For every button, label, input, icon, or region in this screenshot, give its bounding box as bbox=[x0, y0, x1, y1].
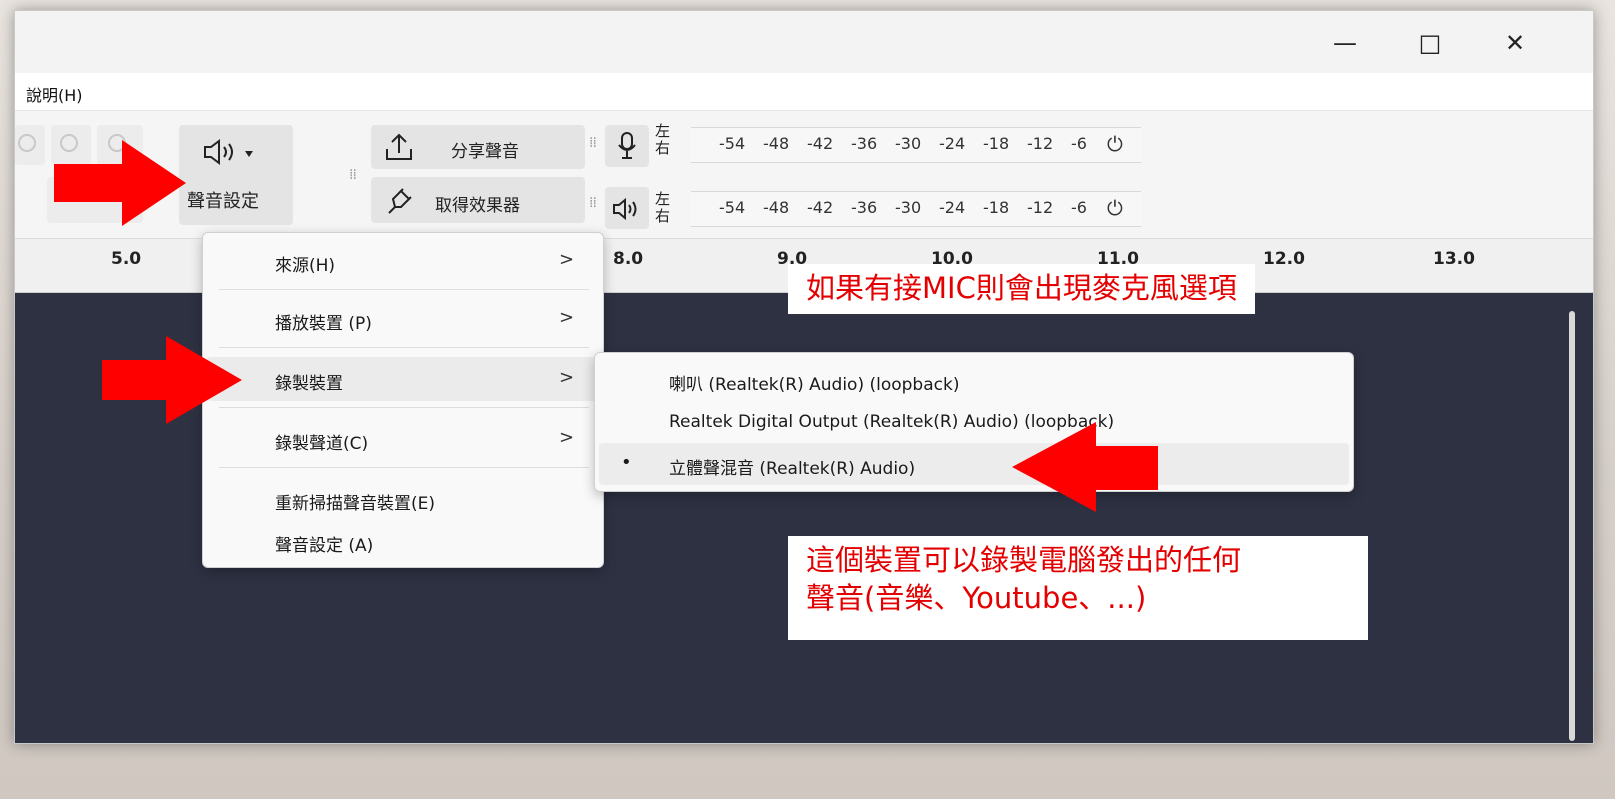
chevron-right-icon: > bbox=[559, 249, 575, 270]
play-meter[interactable]: -54 -48 -42 -36 -30 -24 -18 -12 -6 ⏻ bbox=[691, 191, 1141, 227]
close-button[interactable]: ✕ bbox=[1490, 23, 1540, 63]
meter-tick-label: -24 bbox=[939, 134, 966, 153]
meter-tick-label: -48 bbox=[763, 198, 790, 217]
meter-tick-label: -54 bbox=[719, 198, 746, 217]
recording-device-submenu: 喇叭 (Realtek(R) Audio) (loopback) Realtek… bbox=[594, 352, 1354, 492]
menu-separator bbox=[219, 289, 589, 290]
zoom-out-icon[interactable] bbox=[15, 125, 45, 165]
meter-tick-label: -42 bbox=[807, 198, 834, 217]
red-arrow-icon bbox=[102, 336, 242, 424]
meter-tick-label: -6 bbox=[1071, 134, 1087, 153]
share-audio-button[interactable]: 分享聲音 bbox=[371, 125, 585, 169]
timeline-tick: 13.0 bbox=[1433, 249, 1475, 269]
menu-item-playback-device[interactable]: 播放裝置 (P) > bbox=[207, 297, 599, 341]
meter-tick-label: -48 bbox=[763, 134, 790, 153]
menu-item-label: 錄製裝置 bbox=[275, 374, 343, 394]
meter-tick-label: -36 bbox=[851, 198, 878, 217]
clip-indicator-icon: ⏻ bbox=[1107, 132, 1123, 156]
device-note-line2: 聲音(音樂、Youtube、...) bbox=[806, 580, 1147, 615]
play-meter-lr: 左右 bbox=[655, 190, 671, 225]
selected-bullet-icon: • bbox=[621, 452, 632, 473]
get-effects-label: 取得效果器 bbox=[435, 196, 520, 216]
chevron-right-icon: > bbox=[559, 307, 575, 328]
menu-separator bbox=[219, 347, 589, 348]
chevron-right-icon: > bbox=[559, 367, 575, 388]
menu-separator bbox=[219, 467, 589, 468]
meter-tick-label: -12 bbox=[1027, 134, 1054, 153]
menu-item-label: 錄製聲道(C) bbox=[275, 434, 369, 454]
get-effects-button[interactable]: 取得效果器 bbox=[371, 177, 585, 223]
audio-setup-button[interactable]: 聲音設定 bbox=[179, 125, 293, 225]
menu-item-host[interactable]: 來源(H) > bbox=[207, 239, 599, 283]
red-arrow-icon bbox=[1012, 422, 1158, 512]
meter-grip-top[interactable]: ⁞⁞ bbox=[589, 136, 597, 150]
menu-item-recording-device[interactable]: 錄製裝置 > bbox=[207, 357, 599, 401]
share-icon bbox=[386, 133, 412, 160]
title-bar: — □ ✕ bbox=[15, 11, 1593, 73]
submenu-item-speakers-loopback[interactable]: 喇叭 (Realtek(R) Audio) (loopback) bbox=[599, 359, 1349, 401]
meter-tick-label: -54 bbox=[719, 134, 746, 153]
meter-tick-label: -36 bbox=[851, 134, 878, 153]
submenu-item-label: 喇叭 (Realtek(R) Audio) (loopback) bbox=[669, 375, 960, 395]
submenu-item-label: 立體聲混音 (Realtek(R) Audio) bbox=[669, 459, 916, 479]
meter-tick-label: -12 bbox=[1027, 198, 1054, 217]
device-note-line1: 這個裝置可以錄製電腦發出的任何 bbox=[806, 543, 1242, 577]
record-meter[interactable]: -54 -48 -42 -36 -30 -24 -18 -12 -6 ⏻ bbox=[691, 127, 1141, 163]
mic-annotation-note: 如果有接MIC則會出現麥克風選項 bbox=[788, 264, 1255, 314]
toolbar: 聲音設定 ⁞⁞ 分享聲音 取得效果器 ⁞⁞ ⁞⁞ 左 右 -54 -48 -42… bbox=[15, 111, 1593, 239]
record-meter-button[interactable] bbox=[605, 125, 649, 167]
plug-icon bbox=[388, 188, 412, 214]
menu-item-label: 重新掃描聲音裝置(E) bbox=[275, 494, 436, 514]
menu-item-label: 來源(H) bbox=[275, 256, 336, 276]
meter-tick-label: -18 bbox=[983, 198, 1010, 217]
chevron-right-icon: > bbox=[559, 427, 575, 448]
red-arrow-icon bbox=[54, 140, 186, 226]
menu-item-label: 聲音設定 (A) bbox=[275, 536, 374, 556]
meter-tick-label: -42 bbox=[807, 134, 834, 153]
menu-item-recording-channels[interactable]: 錄製聲道(C) > bbox=[207, 417, 599, 461]
speaker-small-icon bbox=[613, 197, 637, 221]
menu-bar: 說明(H) bbox=[15, 73, 1593, 111]
submenu-item-stereo-mix[interactable]: • 立體聲混音 (Realtek(R) Audio) bbox=[599, 443, 1349, 485]
menu-separator bbox=[219, 407, 589, 408]
meter-tick-label: -18 bbox=[983, 134, 1010, 153]
toolbar-grip[interactable]: ⁞⁞ bbox=[349, 168, 357, 182]
play-meter-button[interactable] bbox=[605, 187, 649, 229]
microphone-icon bbox=[618, 132, 636, 159]
menu-help[interactable]: 說明(H) bbox=[26, 82, 83, 106]
device-annotation-note: 這個裝置可以錄製電腦發出的任何 聲音(音樂、Youtube、...) bbox=[788, 536, 1368, 640]
maximize-button[interactable]: □ bbox=[1405, 23, 1455, 63]
audio-setup-menu: 來源(H) > 播放裝置 (P) > 錄製裝置 > 錄製聲道(C) > 重新掃描… bbox=[202, 232, 604, 568]
menu-item-label: 播放裝置 (P) bbox=[275, 314, 372, 334]
timeline-tick: 5.0 bbox=[111, 249, 142, 269]
record-meter-lr: 左右 bbox=[655, 122, 671, 157]
meter-tick-label: -30 bbox=[895, 198, 922, 217]
timeline-tick: 8.0 bbox=[613, 249, 644, 269]
minimize-button[interactable]: — bbox=[1320, 23, 1370, 63]
menu-item-audio-settings[interactable]: 聲音設定 (A) bbox=[207, 519, 599, 563]
vertical-scrollbar[interactable] bbox=[1569, 311, 1575, 741]
timeline-tick: 12.0 bbox=[1263, 249, 1305, 269]
menu-item-rescan-devices[interactable]: 重新掃描聲音裝置(E) bbox=[207, 477, 599, 521]
share-audio-label: 分享聲音 bbox=[451, 142, 519, 162]
meter-tick-label: -24 bbox=[939, 198, 966, 217]
meter-tick-label: -6 bbox=[1071, 198, 1087, 217]
meter-tick-label: -30 bbox=[895, 134, 922, 153]
meter-grip-bottom[interactable]: ⁞⁞ bbox=[589, 196, 597, 210]
speaker-icon bbox=[204, 139, 253, 165]
submenu-item-digital-output-loopback[interactable]: Realtek Digital Output (Realtek(R) Audio… bbox=[599, 401, 1349, 443]
clip-indicator-icon: ⏻ bbox=[1107, 196, 1123, 220]
audio-setup-label: 聲音設定 bbox=[187, 191, 259, 212]
